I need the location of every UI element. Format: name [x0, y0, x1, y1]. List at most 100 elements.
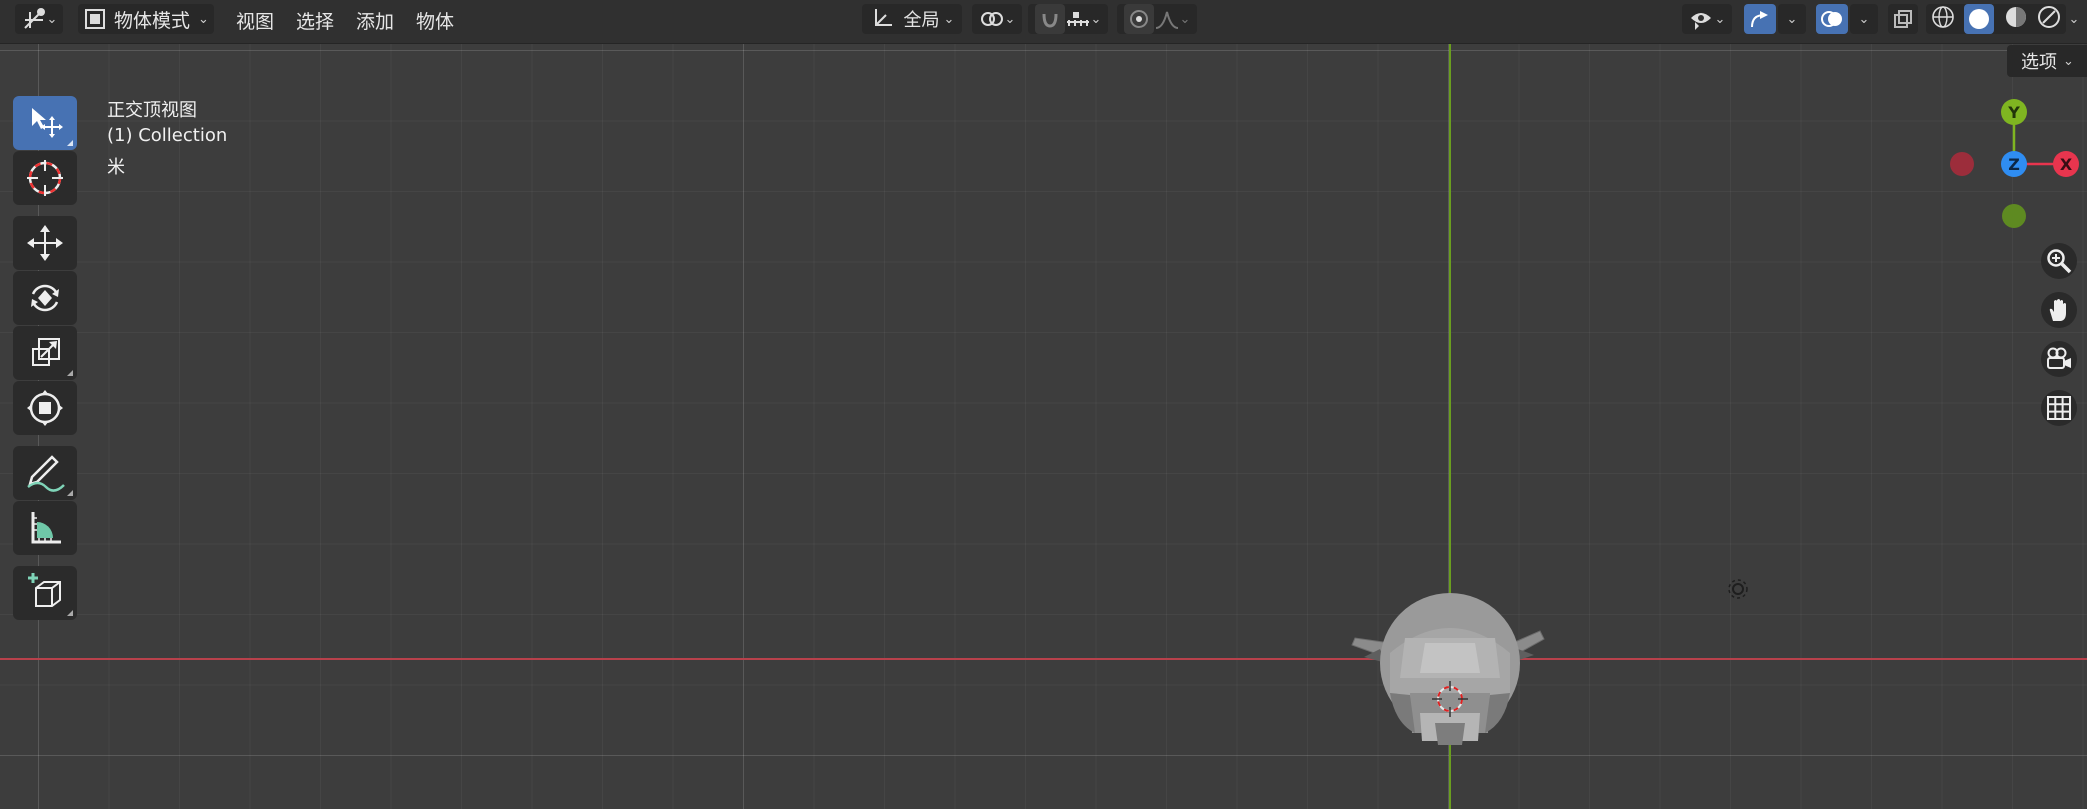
cursor-icon: [27, 160, 63, 196]
proportional-edit-group: ⌄: [1117, 4, 1197, 34]
view-name: 正交顶视图: [107, 100, 197, 121]
orientation-axes-icon: [874, 9, 892, 26]
menu-add[interactable]: 添加: [356, 6, 394, 34]
xray-icon: [1894, 10, 1912, 28]
xray-toggle[interactable]: [1888, 4, 1918, 34]
mode-selector-label: 物体模式: [114, 9, 191, 32]
eye-cursor-icon: [1690, 13, 1711, 30]
pivot-point-selector[interactable]: ⌄: [972, 4, 1022, 34]
grid-icon: [2047, 396, 2071, 420]
collection-label: (1) Collection: [107, 125, 228, 146]
chevron-down-icon: ⌄: [2068, 11, 2080, 27]
rotate-tool[interactable]: [13, 271, 77, 325]
pivot-icon: [980, 12, 1003, 26]
chevron-down-icon: ⌄: [943, 11, 955, 27]
transform-orientation-label: 全局: [903, 10, 940, 31]
gizmo-x-label: X: [2060, 155, 2073, 174]
rendered-shading-button[interactable]: [2037, 5, 2061, 33]
menu-view[interactable]: 视图: [236, 6, 274, 34]
options-label: 选项: [2021, 52, 2057, 73]
chevron-down-icon: ⌄: [198, 11, 209, 27]
move-arrows-icon: [27, 225, 63, 261]
measure-ruler-icon: [31, 512, 61, 544]
move-tool[interactable]: [13, 216, 77, 270]
chevron-down-icon: ⌄: [2063, 53, 2074, 69]
proportional-edit-toggle[interactable]: [1123, 4, 1154, 34]
add-cube-tool[interactable]: [13, 566, 77, 620]
projection-toggle-button[interactable]: [2041, 390, 2077, 426]
scale-icon: [32, 338, 60, 366]
tool-variant-corner: [67, 140, 73, 146]
transform-icon: [27, 390, 63, 426]
unit-label: 米: [107, 157, 125, 178]
navigation-gizmo[interactable]: X Y Z: [1944, 95, 2080, 231]
wireframe-sphere-icon: [1931, 6, 1954, 28]
zoom-button[interactable]: [2041, 243, 2077, 279]
show-gizmo-toggle[interactable]: [1744, 4, 1776, 34]
chevron-down-icon[interactable]: ⌄: [1091, 12, 1102, 27]
snap-group: ⌄: [1028, 4, 1108, 34]
options-button[interactable]: 选项 ⌄: [2007, 45, 2087, 77]
gizmo-z-axis[interactable]: Z: [2001, 151, 2027, 177]
gizmo-z-label: Z: [2008, 155, 2020, 174]
chevron-down-icon: ⌄: [1786, 11, 1798, 27]
chevron-down-icon[interactable]: ⌄: [1180, 12, 1191, 27]
chevron-down-icon: ⌄: [1004, 11, 1016, 27]
scale-tool[interactable]: [13, 326, 77, 380]
chevron-down-icon: ⌄: [1714, 11, 1726, 27]
chevron-down-icon: ⌄: [46, 11, 58, 27]
shading-group: [1926, 4, 2066, 34]
tool-variant-corner: [67, 490, 73, 496]
visibility-selector[interactable]: ⌄: [1682, 4, 1732, 34]
measure-tool[interactable]: [13, 501, 77, 555]
select-box-tool[interactable]: [13, 96, 77, 150]
wireframe-shading-button[interactable]: [1931, 5, 1955, 33]
add-cube-icon: [28, 573, 61, 607]
snap-increment-icon[interactable]: [1065, 8, 1091, 30]
editor-type-button[interactable]: ⌄: [15, 4, 63, 34]
show-overlays-toggle[interactable]: [1816, 4, 1848, 34]
overlays-dropdown[interactable]: ⌄: [1850, 4, 1878, 34]
solid-sphere-icon: [1969, 9, 1990, 29]
gizmo-y-label: Y: [2007, 103, 2020, 122]
rotate-icon: [31, 284, 59, 312]
mode-selector[interactable]: 物体模式 ⌄: [78, 4, 214, 34]
falloff-curve-icon[interactable]: [1154, 8, 1180, 30]
tool-variant-corner: [67, 610, 73, 616]
tool-variant-corner: [67, 370, 73, 376]
light-object-icon[interactable]: [1723, 574, 1753, 604]
select-box-icon: [32, 108, 63, 138]
gizmo-neg-y[interactable]: [2002, 204, 2026, 228]
camera-icon: [2047, 347, 2071, 369]
pan-button[interactable]: [2041, 292, 2077, 328]
annotate-pencil-icon: [27, 455, 65, 492]
material-shading-button[interactable]: [2004, 5, 2028, 33]
hand-icon: [2049, 299, 2066, 321]
rendered-sphere-icon: [2038, 6, 2061, 28]
gizmo-neg-x[interactable]: [1950, 152, 1974, 176]
gizmo-x-axis[interactable]: X: [2053, 151, 2079, 177]
magnet-icon: [1042, 13, 1058, 28]
mesh-object[interactable]: [1350, 583, 1550, 773]
chevron-down-icon: ⌄: [1858, 11, 1870, 27]
zoom-magnifier-icon: [2047, 249, 2072, 274]
menu-object[interactable]: 物体: [416, 6, 454, 34]
transform-orientation-selector[interactable]: 全局 ⌄: [862, 4, 962, 34]
3d-viewport[interactable]: 正交顶视图 (1) Collection 米: [0, 43, 2087, 809]
menu-select[interactable]: 选择: [296, 6, 334, 34]
transform-tool[interactable]: [13, 381, 77, 435]
viewport-header: ⌄ 物体模式 ⌄ 视图 选择 添加 物体 全局 ⌄ ⌄ ⌄ ⌄ ⌄ ⌄ ⌄ ⌄: [0, 0, 2087, 44]
cursor-tool[interactable]: [13, 151, 77, 205]
overlay-icon: [1821, 11, 1842, 27]
gizmo-dropdown[interactable]: ⌄: [1778, 4, 1806, 34]
annotate-tool[interactable]: [13, 446, 77, 500]
snap-toggle[interactable]: [1034, 4, 1065, 34]
shading-dropdown[interactable]: ⌄: [2062, 4, 2086, 34]
camera-view-button[interactable]: [2041, 341, 2077, 377]
viewport-icon: [23, 8, 45, 29]
gizmo-y-axis[interactable]: Y: [2001, 99, 2027, 125]
solid-shading-button[interactable]: [1964, 4, 1995, 34]
material-sphere-icon: [2005, 7, 2026, 27]
proportional-edit-icon: [1129, 10, 1148, 28]
gizmo-icon: [1751, 11, 1768, 28]
